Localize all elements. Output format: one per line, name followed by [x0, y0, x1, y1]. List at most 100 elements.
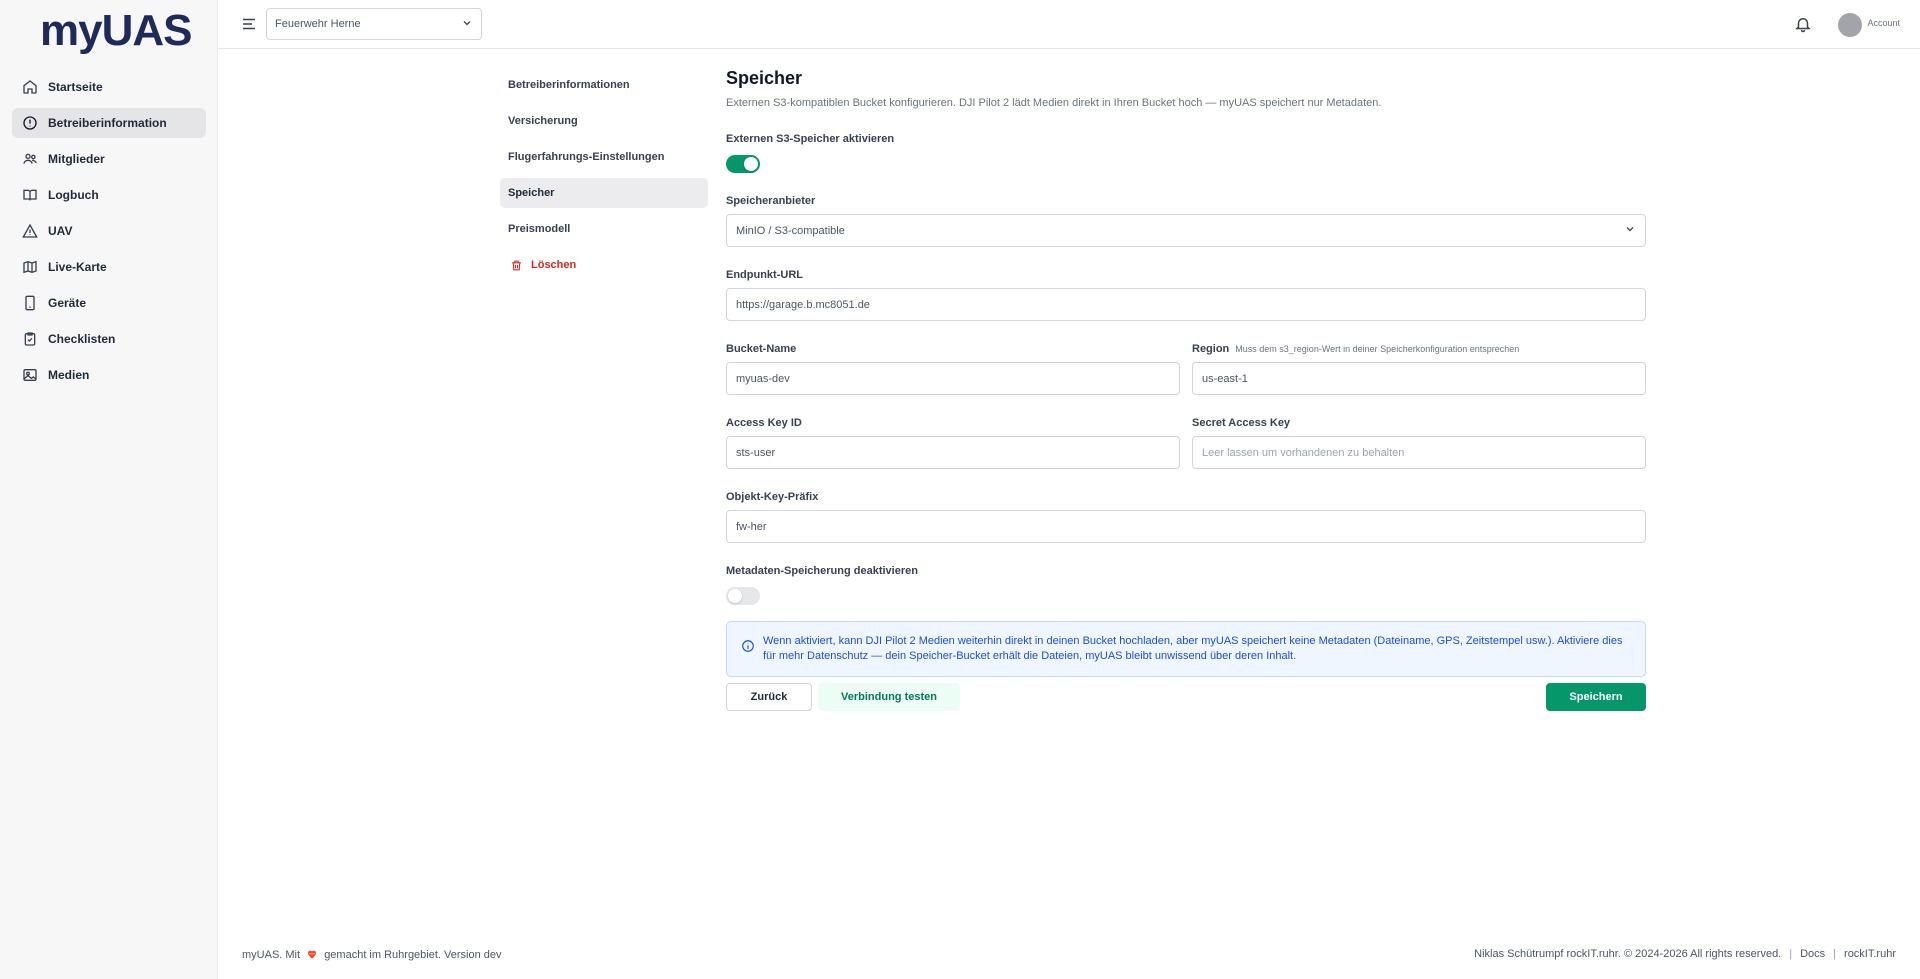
book-icon: [22, 187, 38, 203]
bucket-region-row: Bucket-Name Region Muss dem s3_region-Wer…: [726, 343, 1646, 395]
organization-select[interactable]: Feuerwehr Herne: [266, 8, 482, 40]
info-box: Wenn aktiviert, kann DJI Pilot 2 Medien …: [726, 621, 1646, 677]
account-label[interactable]: Account: [1867, 18, 1900, 28]
test-connection-button[interactable]: Verbindung testen: [818, 683, 960, 711]
region-label: Region: [1192, 343, 1230, 355]
footer-right: Niklas Schütrumpf rockIT.ruhr. © 2024-20…: [1474, 948, 1896, 960]
endpoint-input[interactable]: [726, 288, 1646, 321]
alert-circle-icon: [22, 115, 38, 131]
sidebar-item-uav[interactable]: UAV: [12, 216, 206, 246]
access-key-label: Access Key ID: [726, 417, 802, 429]
triangle-icon: [22, 223, 38, 239]
enable-storage-label: Externen S3-Speicher aktivieren: [726, 133, 895, 145]
sidebar-item-medien[interactable]: Medien: [12, 360, 206, 390]
subnav-item-betreiberinformationen[interactable]: Betreiberinformationen: [500, 70, 708, 100]
access-key-input[interactable]: [726, 436, 1180, 469]
footer-made-with: myUAS. Mit: [242, 949, 301, 961]
provider-label: Speicheranbieter: [726, 195, 816, 207]
secret-key-label: Secret Access Key: [1192, 417, 1291, 429]
clipboard-icon: [22, 331, 38, 347]
region-group: Region Muss dem s3_region-Wert in deiner …: [1192, 343, 1646, 395]
subnav-item-speicher[interactable]: Speicher: [500, 178, 708, 208]
users-icon: [22, 151, 38, 167]
page-description: Externen S3-kompatiblen Bucket konfiguri…: [726, 97, 1382, 109]
sidebar-item-betreiberinformation[interactable]: Betreiberinformation: [12, 108, 206, 138]
provider-group: Speicheranbieter MinIO / S3-compatible: [726, 195, 1646, 247]
enable-storage-toggle[interactable]: [726, 155, 760, 173]
secret-key-input[interactable]: [1192, 436, 1646, 469]
info-text: Wenn aktiviert, kann DJI Pilot 2 Medien …: [763, 635, 1623, 662]
toggle-knob: [728, 589, 742, 603]
sidebar-item-label: Betreiberinformation: [48, 116, 167, 130]
sidebar-nav: Startseite Betreiberinformation Mitglied…: [12, 72, 206, 396]
sidebar: myUAS Startseite Betreiberinformation Mi…: [0, 0, 218, 979]
endpoint-label: Endpunkt-URL: [726, 269, 803, 281]
avatar[interactable]: [1838, 13, 1862, 37]
heart-icon: [306, 948, 318, 963]
enable-storage-group: Externen S3-Speicher aktivieren: [726, 133, 1646, 173]
logo-text: myUAS: [40, 6, 192, 55]
sidebar-item-label: Checklisten: [48, 332, 116, 346]
sidebar-item-label: Medien: [48, 368, 90, 382]
subnav-item-versicherung[interactable]: Versicherung: [500, 106, 708, 136]
credentials-row: Access Key ID Secret Access Key: [726, 417, 1646, 469]
info-icon: [742, 640, 754, 652]
device-icon: [22, 295, 38, 311]
top-header: Feuerwehr Herne Account: [218, 0, 1920, 49]
prefix-label: Objekt-Key-Präfix: [726, 491, 819, 503]
app-logo[interactable]: myUAS: [40, 6, 192, 55]
home-icon: [22, 79, 38, 95]
prefix-group: Objekt-Key-Präfix: [726, 491, 1646, 543]
endpoint-group: Endpunkt-URL: [726, 269, 1646, 321]
footer-region: gemacht im Ruhrgebiet. Version dev: [324, 949, 502, 961]
footer-separator: |: [1789, 948, 1793, 960]
footer-separator: |: [1833, 948, 1837, 960]
secondary-actions: Zurück Verbindung testen: [726, 683, 960, 711]
metadata-group: Metadaten-Speicherung deaktivieren: [726, 565, 1646, 605]
footer-copyright: Niklas Schütrumpf rockIT.ruhr. © 2024-20…: [1474, 948, 1782, 960]
menu-icon[interactable]: [240, 15, 258, 33]
delete-label: Löschen: [531, 259, 577, 271]
sidebar-item-label: Logbuch: [48, 188, 99, 202]
sidebar-item-label: Geräte: [48, 296, 87, 310]
page-title: Speicher: [726, 68, 803, 88]
footer-docs-link[interactable]: Docs: [1800, 948, 1825, 960]
settings-subnav: Betreiberinformationen Versicherung Flug…: [500, 70, 708, 286]
bucket-input[interactable]: [726, 362, 1180, 395]
sidebar-item-geraete[interactable]: Geräte: [12, 288, 206, 318]
bell-icon[interactable]: [1794, 15, 1812, 33]
sidebar-item-mitglieder[interactable]: Mitglieder: [12, 144, 206, 174]
sidebar-item-label: Mitglieder: [48, 152, 105, 166]
provider-select[interactable]: MinIO / S3-compatible: [726, 214, 1646, 247]
region-label-row: Region Muss dem s3_region-Wert in deiner …: [1192, 343, 1646, 355]
bucket-label: Bucket-Name: [726, 343, 797, 355]
metadata-label: Metadaten-Speicherung deaktivieren: [726, 565, 918, 577]
region-hint: Muss dem s3_region-Wert in deiner Speich…: [1235, 344, 1520, 354]
sidebar-item-label: Startseite: [48, 80, 103, 94]
sidebar-item-label: Live-Karte: [48, 260, 107, 274]
region-input[interactable]: [1192, 362, 1646, 395]
back-button[interactable]: Zurück: [726, 683, 812, 711]
sidebar-item-logbuch[interactable]: Logbuch: [12, 180, 206, 210]
subnav-item-loeschen[interactable]: Löschen: [500, 250, 708, 280]
map-icon: [22, 259, 38, 275]
trash-icon: [512, 260, 521, 270]
chevron-down-icon: [1624, 223, 1636, 238]
sidebar-item-live-karte[interactable]: Live-Karte: [12, 252, 206, 282]
sidebar-item-checklisten[interactable]: Checklisten: [12, 324, 206, 354]
metadata-toggle[interactable]: [726, 587, 760, 605]
storage-settings: Speicher Externen S3-kompatiblen Bucket …: [726, 68, 1646, 711]
subnav-item-preismodell[interactable]: Preismodell: [500, 214, 708, 244]
provider-select-value: MinIO / S3-compatible: [736, 224, 845, 237]
sidebar-item-startseite[interactable]: Startseite: [12, 72, 206, 102]
subnav-item-flugerfahrung[interactable]: Flugerfahrungs-Einstellungen: [500, 142, 708, 172]
prefix-input[interactable]: [726, 510, 1646, 543]
secret-key-group: Secret Access Key: [1192, 417, 1646, 469]
toggle-knob: [744, 157, 758, 171]
chevron-down-icon: [461, 17, 473, 32]
sidebar-item-label: UAV: [48, 224, 73, 238]
form-actions: Zurück Verbindung testen Speichern: [726, 683, 1646, 711]
organization-select-value: Feuerwehr Herne: [275, 18, 361, 30]
footer-rockit-link[interactable]: rockIT.ruhr: [1844, 948, 1896, 960]
save-button[interactable]: Speichern: [1546, 683, 1646, 711]
